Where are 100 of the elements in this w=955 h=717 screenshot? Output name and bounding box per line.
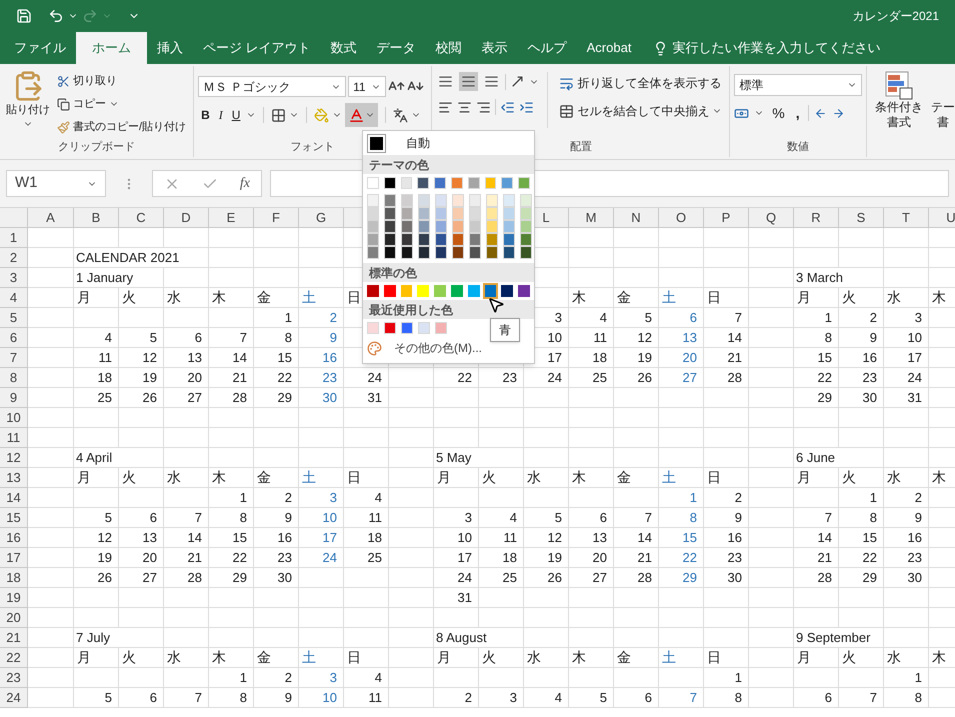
- color-swatch[interactable]: [367, 246, 379, 259]
- color-swatch[interactable]: [434, 285, 446, 297]
- percent-button[interactable]: %: [769, 102, 788, 124]
- row-header[interactable]: 9: [0, 388, 28, 408]
- color-swatch[interactable]: [384, 246, 396, 259]
- number-format-field[interactable]: 標準: [734, 74, 862, 96]
- ribbon-tab[interactable]: Acrobat: [576, 32, 642, 64]
- color-swatch[interactable]: [401, 246, 413, 259]
- color-swatch[interactable]: [418, 322, 430, 334]
- color-swatch[interactable]: [520, 220, 532, 233]
- color-swatch[interactable]: [484, 177, 496, 189]
- undo-icon[interactable]: [48, 8, 64, 24]
- color-swatch[interactable]: [367, 207, 379, 220]
- font-name-field[interactable]: ＭＳ Ｐゴシック: [198, 76, 346, 97]
- color-swatch[interactable]: [384, 233, 396, 246]
- color-swatch[interactable]: [384, 194, 396, 207]
- row-header[interactable]: 18: [0, 568, 28, 588]
- row-header[interactable]: 5: [0, 308, 28, 328]
- save-icon[interactable]: [16, 8, 32, 24]
- color-swatch[interactable]: [417, 177, 430, 189]
- ribbon-tab[interactable]: データ: [366, 32, 426, 64]
- column-header[interactable]: C: [119, 208, 164, 228]
- color-swatch[interactable]: [452, 220, 464, 233]
- color-swatch[interactable]: [452, 194, 464, 207]
- italic-button[interactable]: I: [216, 104, 226, 126]
- ribbon-tab[interactable]: ファイル: [4, 32, 76, 64]
- merge-center-button[interactable]: セルを結合して中央揃え: [556, 100, 726, 122]
- color-swatch[interactable]: [401, 233, 413, 246]
- name-box[interactable]: W1: [6, 170, 106, 197]
- row-header[interactable]: 3: [0, 268, 28, 288]
- column-header[interactable]: A: [28, 208, 74, 228]
- color-swatch[interactable]: [435, 220, 447, 233]
- color-swatch[interactable]: [418, 246, 430, 259]
- color-swatch[interactable]: [401, 322, 413, 334]
- column-header[interactable]: O: [659, 208, 704, 228]
- color-swatch[interactable]: [384, 285, 396, 297]
- comma-button[interactable]: ,: [792, 102, 803, 124]
- color-swatch[interactable]: [367, 233, 379, 246]
- color-swatch[interactable]: [469, 246, 481, 259]
- color-swatch[interactable]: [418, 220, 430, 233]
- ribbon-tab[interactable]: 表示: [472, 32, 518, 64]
- color-swatch[interactable]: [486, 246, 498, 259]
- column-header[interactable]: E: [209, 208, 254, 228]
- column-header[interactable]: Q: [749, 208, 794, 228]
- ribbon-tab[interactable]: ヘルプ: [518, 32, 577, 64]
- column-header[interactable]: U: [929, 208, 955, 228]
- color-swatch[interactable]: [501, 285, 514, 297]
- column-header[interactable]: N: [614, 208, 659, 228]
- row-header[interactable]: 24: [0, 688, 28, 708]
- color-swatch[interactable]: [417, 285, 430, 297]
- color-swatch[interactable]: [520, 194, 532, 207]
- color-swatch[interactable]: [384, 220, 396, 233]
- cut-button[interactable]: 切り取り: [54, 70, 190, 92]
- row-header[interactable]: 16: [0, 528, 28, 548]
- color-swatch[interactable]: [384, 177, 396, 189]
- copy-button[interactable]: コピー: [54, 93, 190, 115]
- color-swatch[interactable]: [501, 177, 514, 189]
- row-header[interactable]: 21: [0, 628, 28, 648]
- color-swatch[interactable]: [503, 220, 515, 233]
- color-swatch[interactable]: [434, 177, 446, 189]
- row-header[interactable]: 8: [0, 368, 28, 388]
- automatic-color-item[interactable]: 自動: [363, 131, 534, 155]
- color-swatch[interactable]: [503, 194, 515, 207]
- color-swatch[interactable]: [435, 246, 447, 259]
- bold-button[interactable]: B: [198, 104, 213, 126]
- row-header[interactable]: 12: [0, 448, 28, 468]
- font-size-field[interactable]: 11: [348, 76, 386, 97]
- ribbon-tab[interactable]: ページ レイアウト: [193, 32, 321, 64]
- row-header[interactable]: 23: [0, 668, 28, 688]
- ribbon-tab[interactable]: 挿入: [147, 32, 193, 64]
- column-header[interactable]: G: [299, 208, 344, 228]
- color-swatch[interactable]: [367, 322, 379, 334]
- color-swatch[interactable]: [435, 194, 447, 207]
- color-swatch[interactable]: [486, 220, 498, 233]
- ribbon-tab[interactable]: ホーム: [76, 32, 147, 64]
- color-swatch[interactable]: [469, 233, 481, 246]
- row-header[interactable]: 14: [0, 488, 28, 508]
- underline-button[interactable]: U: [228, 104, 244, 126]
- wrap-text-button[interactable]: 折り返して全体を表示する: [556, 72, 726, 94]
- color-swatch[interactable]: [503, 233, 515, 246]
- color-swatch[interactable]: [367, 194, 379, 207]
- color-swatch[interactable]: [435, 322, 447, 334]
- row-header[interactable]: 13: [0, 468, 28, 488]
- column-header[interactable]: B: [74, 208, 119, 228]
- color-swatch[interactable]: [400, 177, 412, 189]
- ribbon-tab[interactable]: 数式: [320, 32, 367, 64]
- color-swatch[interactable]: [469, 194, 481, 207]
- color-swatch[interactable]: [400, 285, 412, 297]
- color-swatch[interactable]: [484, 285, 496, 297]
- color-swatch[interactable]: [418, 233, 430, 246]
- row-header[interactable]: 6: [0, 328, 28, 348]
- table-format-button[interactable]: テー 書: [931, 70, 955, 157]
- color-swatch[interactable]: [450, 177, 463, 189]
- color-swatch[interactable]: [520, 233, 532, 246]
- row-header[interactable]: 19: [0, 588, 28, 608]
- color-swatch[interactable]: [452, 246, 464, 259]
- color-swatch[interactable]: [435, 233, 447, 246]
- color-swatch[interactable]: [401, 194, 413, 207]
- paste-button[interactable]: 貼り付け: [4, 70, 52, 139]
- row-header[interactable]: 4: [0, 288, 28, 308]
